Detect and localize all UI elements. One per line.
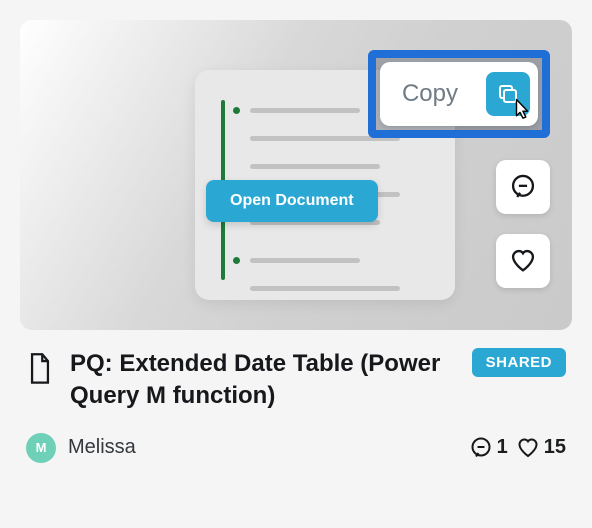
preview-actions: [496, 160, 550, 288]
like-count[interactable]: 15: [516, 436, 566, 460]
comment-count[interactable]: 1: [469, 436, 508, 460]
card-title: PQ: Extended Date Table (Power Query M f…: [70, 348, 456, 413]
like-button[interactable]: [496, 234, 550, 288]
copy-label: Copy: [388, 80, 472, 108]
comment-button[interactable]: [496, 160, 550, 214]
open-document-label: Open Document: [230, 192, 354, 209]
copy-highlight: Copy: [368, 50, 550, 138]
heart-icon: [516, 436, 540, 460]
like-count-value: 15: [544, 436, 566, 459]
document-icon: [26, 352, 54, 386]
shared-badge: SHARED: [472, 348, 566, 377]
copy-icon: [486, 72, 530, 116]
author-avatar[interactable]: M: [26, 433, 56, 463]
resource-card: Open Document Copy: [20, 20, 572, 463]
author-name[interactable]: Melissa: [68, 436, 469, 459]
open-document-button[interactable]: Open Document: [206, 180, 378, 222]
comment-icon: [509, 173, 537, 201]
cursor-icon: [506, 96, 534, 124]
comment-icon: [469, 436, 493, 460]
stats: 1 15: [469, 436, 566, 460]
copy-button[interactable]: Copy: [380, 62, 538, 126]
card-info: PQ: Extended Date Table (Power Query M f…: [20, 330, 572, 463]
comment-count-value: 1: [497, 436, 508, 459]
heart-icon: [509, 247, 537, 275]
preview-area: Open Document Copy: [20, 20, 572, 330]
